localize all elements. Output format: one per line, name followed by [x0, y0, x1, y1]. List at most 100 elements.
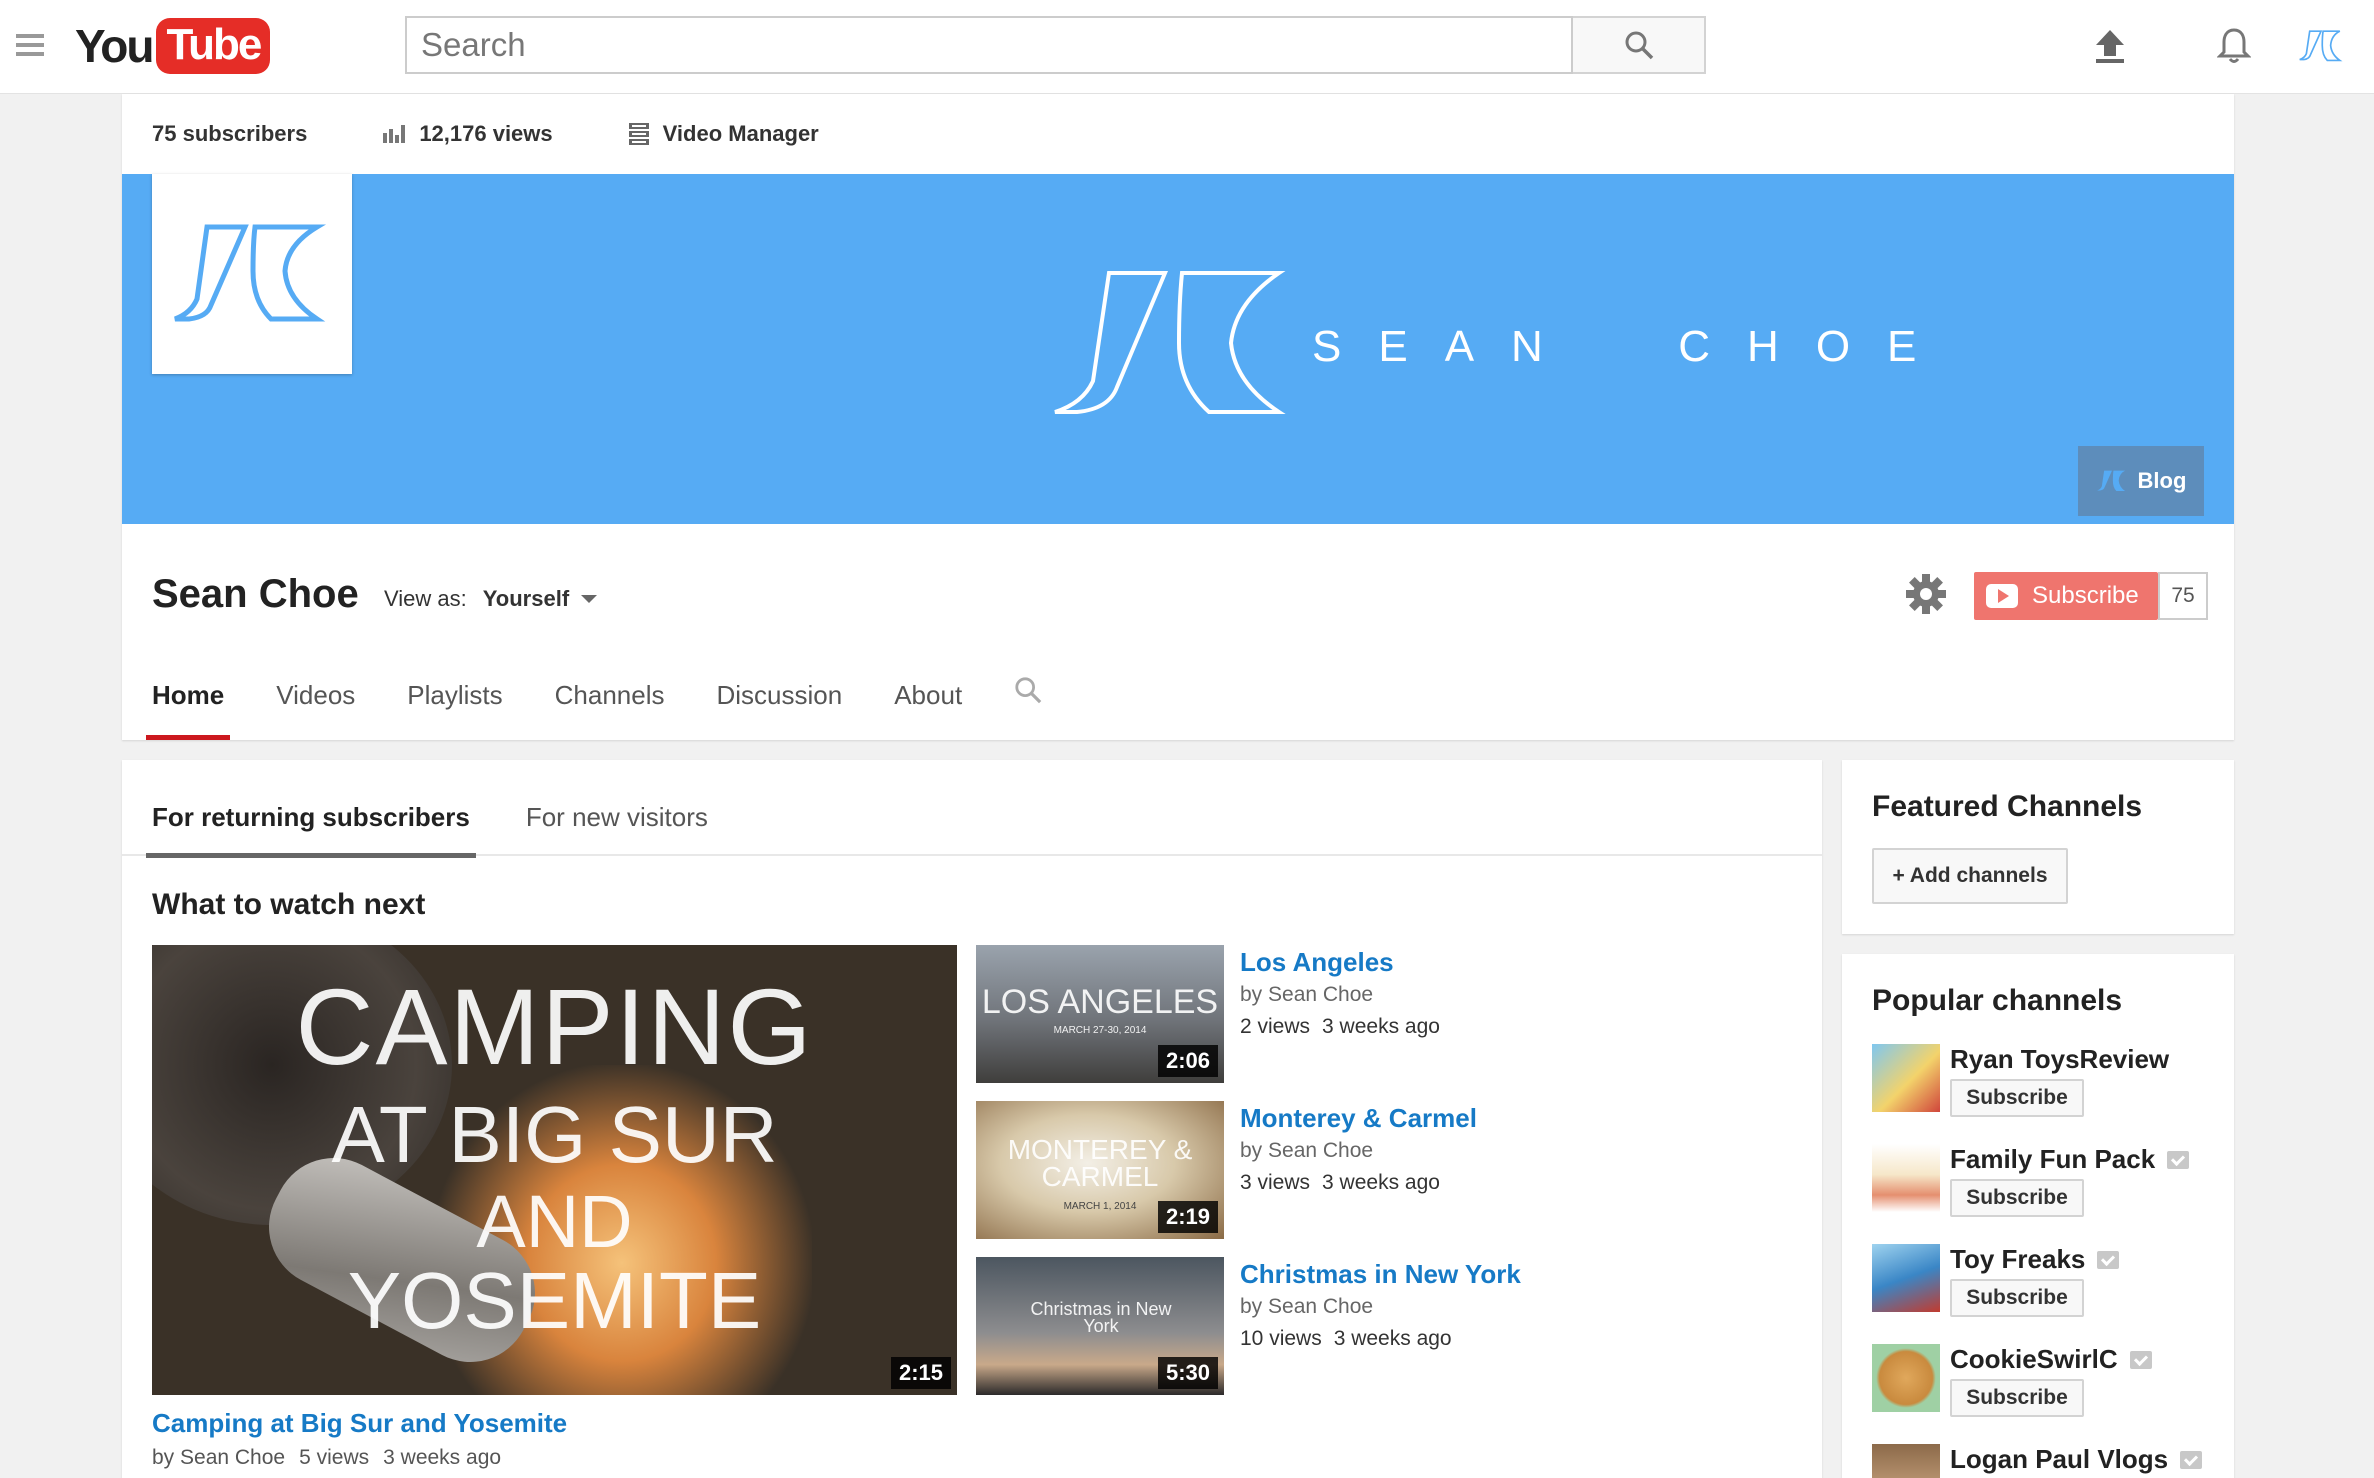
thumb-date-text: MARCH 27-30, 2014 [1053, 1025, 1147, 1036]
chevron-down-icon [581, 595, 598, 603]
popular-channels-title: Popular channels [1872, 984, 2123, 1017]
tab-discussion[interactable]: Discussion [717, 664, 843, 740]
channel-name-text: Toy Freaks [1950, 1244, 2086, 1274]
channel-tabs: Home Videos Playlists Channels Discussio… [145, 664, 1042, 740]
subscribe-button[interactable]: Subscribe [1950, 1079, 2084, 1117]
subscribe-label: Subscribe [2032, 582, 2139, 609]
video-title[interactable]: Monterey & Carmel [1240, 1103, 1477, 1134]
channel-avatar[interactable] [1872, 1344, 1940, 1412]
video-title[interactable]: Los Angeles [1240, 947, 1394, 978]
video-views: 3 views [1240, 1171, 1311, 1194]
video-item: Christmas in New York 5:30 Christmas in … [976, 1257, 1576, 1395]
channel-name-text: Ryan ToysReview [1950, 1044, 2170, 1074]
thumb-line-1: CAMPING [295, 966, 814, 1087]
tab-about[interactable]: About [894, 664, 962, 740]
channel-name[interactable]: Family Fun Pack [1950, 1144, 2190, 1175]
featured-video-title[interactable]: Camping at Big Sur and Yosemite [152, 1408, 567, 1439]
featured-video-thumbnail[interactable]: CAMPING AT BIG SUR AND YOSEMITE 2:15 [152, 945, 957, 1395]
channel-name-text: Logan Paul Vlogs [1950, 1444, 2169, 1474]
view-as-dropdown[interactable]: Yourself [482, 586, 598, 612]
thumb-title-text: Christmas in New York [1030, 1299, 1172, 1337]
subscriber-count: 75 subscribers [152, 121, 307, 147]
channel-name[interactable]: CookieSwirlC [1950, 1344, 2152, 1375]
verified-icon [2167, 1150, 2190, 1169]
upload-icon[interactable] [2086, 22, 2134, 70]
video-stats: 10 views 3 weeks ago [1240, 1327, 1464, 1351]
banner-logo-icon [1047, 269, 1297, 424]
video-item: MONTEREY & CARMEL MARCH 1, 2014 2:19 Mon… [976, 1101, 1576, 1239]
notifications-icon[interactable] [2210, 22, 2258, 70]
video-duration: 5:30 [1157, 1357, 1218, 1389]
video-views: 10 views [1240, 1327, 1322, 1350]
logo-tube-text: Tube [156, 18, 271, 74]
subscribe-button[interactable]: Subscribe [1950, 1279, 2084, 1317]
view-as-value: Yourself [482, 586, 570, 611]
add-channels-button[interactable]: + Add channels [1872, 848, 2068, 904]
search-input[interactable] [407, 18, 1571, 72]
video-item: LOS ANGELES MARCH 27-30, 2014 2:06 Los A… [976, 945, 1576, 1083]
tab-videos[interactable]: Videos [276, 664, 355, 740]
search-icon [1625, 31, 1653, 60]
subscribe-button[interactable]: Subscribe [1950, 1179, 2084, 1217]
video-thumbnail[interactable]: Christmas in New York 5:30 [976, 1257, 1224, 1395]
channel-list-item: Ryan ToysReview Subscribe [1872, 1044, 2212, 1120]
subscriber-count-text: 75 subscribers [152, 121, 308, 146]
channel-avatar[interactable] [152, 174, 352, 374]
channel-avatar[interactable] [1872, 1444, 1940, 1478]
logo-you-text: You [75, 20, 154, 72]
video-author: by Sean Choe [1240, 1295, 1374, 1318]
gear-icon[interactable] [1904, 572, 1952, 620]
video-age: 3 weeks ago [1322, 1171, 1440, 1194]
channel-avatar[interactable] [1872, 1044, 1940, 1112]
masthead: You Tube [0, 0, 2374, 94]
channel-stats-bar: 75 subscribers 12,176 views Video Manage… [122, 94, 2234, 174]
subscribe-button[interactable]: Subscribe [1950, 1379, 2084, 1417]
home-content: For returning subscribers For new visito… [122, 760, 1822, 1478]
channel-avatar[interactable] [1872, 1144, 1940, 1212]
video-stats: 2 views 3 weeks ago [1240, 1015, 1452, 1039]
tab-playlists[interactable]: Playlists [407, 664, 502, 740]
channel-list-item: Family Fun Pack Subscribe [1872, 1144, 2212, 1220]
video-author: by Sean Choe [1240, 983, 1374, 1006]
section-title: What to watch next [152, 888, 426, 921]
menu-icon[interactable] [16, 34, 44, 56]
video-title[interactable]: Christmas in New York [1240, 1259, 1521, 1290]
channel-list-item: Toy Freaks Subscribe [1872, 1244, 2212, 1320]
tab-returning-subscribers[interactable]: For returning subscribers [146, 760, 476, 858]
featured-channels-card: Featured Channels + Add channels [1842, 760, 2234, 934]
video-manager-link[interactable]: Video Manager [628, 121, 819, 147]
channel-search-icon[interactable] [1014, 676, 1042, 740]
verified-icon [2180, 1450, 2203, 1469]
video-thumbnail[interactable]: LOS ANGELES MARCH 27-30, 2014 2:06 [976, 945, 1224, 1083]
bar-chart-icon [383, 125, 406, 143]
tab-new-visitors[interactable]: For new visitors [526, 760, 708, 856]
thumb-line-3: AND [476, 1180, 633, 1263]
views-stat: 12,176 views [383, 121, 553, 147]
channel-avatar[interactable] [1872, 1244, 1940, 1312]
views-count-text: 12,176 views [419, 121, 553, 146]
video-manager-icon [628, 123, 649, 145]
channel-name[interactable]: Toy Freaks [1950, 1244, 2120, 1275]
play-icon [1986, 584, 2018, 608]
account-avatar-icon[interactable] [2296, 22, 2346, 70]
channel-name[interactable]: Logan Paul Vlogs [1950, 1444, 2203, 1475]
video-thumbnail[interactable]: MONTEREY & CARMEL MARCH 1, 2014 2:19 [976, 1101, 1224, 1239]
channel-logo-icon [174, 224, 327, 322]
thumb-line-4: YOSEMITE [347, 1256, 762, 1345]
search-button[interactable] [1573, 16, 1706, 74]
blog-link[interactable]: Blog [2078, 446, 2204, 516]
youtube-logo[interactable]: You Tube [75, 16, 271, 76]
channel-name-text: Family Fun Pack [1950, 1144, 2156, 1174]
channel-list-item: CookieSwirlC Subscribe [1872, 1344, 2212, 1420]
tab-home[interactable]: Home [145, 664, 231, 740]
video-manager-label: Video Manager [662, 121, 819, 146]
view-as-label: View as: [384, 586, 467, 611]
subscribe-button[interactable]: Subscribe [1974, 572, 2158, 620]
channel-name[interactable]: Ryan ToysReview [1950, 1044, 2169, 1075]
blog-logo-icon [2096, 470, 2125, 492]
channel-card: 75 subscribers 12,176 views Video Manage… [122, 94, 2234, 740]
thumb-title-text: LOS ANGELES [981, 983, 1219, 1021]
tab-channels[interactable]: Channels [555, 664, 665, 740]
video-age: 3 weeks ago [383, 1446, 502, 1469]
thumb-line-2: AT BIG SUR [331, 1090, 778, 1179]
